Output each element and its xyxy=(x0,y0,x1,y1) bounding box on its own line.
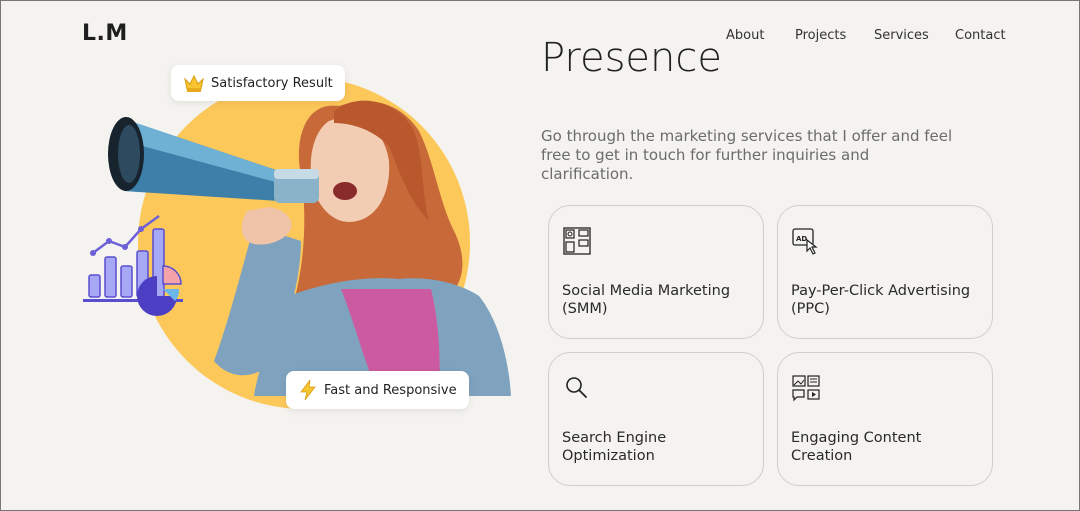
service-card-label: Pay-Per-Click Advertising (PPC) xyxy=(791,283,971,317)
lightning-icon xyxy=(300,379,316,401)
fast-responsive-badge: Fast and Responsive xyxy=(286,371,469,409)
hero-title: Presence xyxy=(541,38,841,85)
crown-icon xyxy=(184,74,204,92)
fast-responsive-label: Fast and Responsive xyxy=(324,382,457,398)
satisfactory-result-badge: Satisfactory Result xyxy=(171,65,345,101)
satisfactory-result-label: Satisfactory Result xyxy=(211,75,333,91)
logo[interactable]: L.M xyxy=(82,21,128,46)
service-card-ppc[interactable]: AD Pay-Per-Click Advertising (PPC) xyxy=(777,205,993,339)
hero-description: Go through the marketing services that I… xyxy=(541,127,953,183)
megaphone-woman-illustration xyxy=(83,77,511,409)
service-card-label: Social Media Marketing (SMM) xyxy=(562,283,731,317)
svg-text:AD: AD xyxy=(796,235,807,243)
service-card-smm[interactable]: Social Media Marketing (SMM) xyxy=(548,205,764,339)
search-icon xyxy=(566,377,587,398)
service-card-label: Engaging Content Creation xyxy=(791,430,922,464)
service-card-content[interactable]: Engaging Content Creation xyxy=(777,352,993,486)
nav-contact[interactable]: Contact xyxy=(955,28,1006,43)
ad-click-icon: AD xyxy=(792,228,818,255)
hero-title-text: Presence xyxy=(541,38,722,81)
nav-services[interactable]: Services xyxy=(874,28,929,43)
service-card-seo[interactable]: Search Engine Optimization xyxy=(548,352,764,486)
service-card-label: Search Engine Optimization xyxy=(562,430,667,464)
social-media-icon xyxy=(563,227,591,255)
content-creation-icon xyxy=(792,375,820,402)
